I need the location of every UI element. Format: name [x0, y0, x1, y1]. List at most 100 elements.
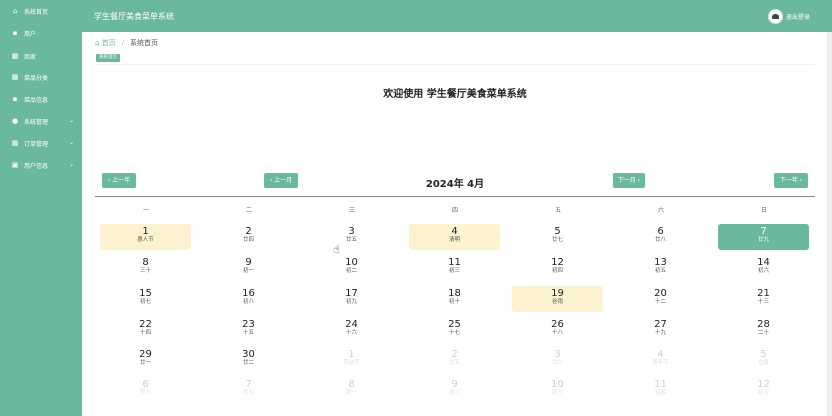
- calendar-day[interactable]: 5 立夏: [718, 347, 809, 373]
- lunar-date: 十六: [345, 330, 357, 336]
- day-number: 30: [242, 349, 255, 360]
- calendar-day[interactable]: 17 初九: [306, 286, 397, 312]
- pin-icon: ●: [11, 116, 19, 125]
- calendar-day[interactable]: 6 廿八: [615, 224, 706, 250]
- calendar-day[interactable]: 6 廿八: [100, 377, 191, 403]
- calendar-day[interactable]: 20 十二: [615, 286, 706, 312]
- calendar-day[interactable]: 11 初四: [615, 377, 706, 403]
- lunar-date: 清明: [448, 237, 460, 243]
- day-number: 3: [348, 226, 355, 237]
- calendar-day[interactable]: 25 十七: [409, 317, 500, 343]
- calendar-day[interactable]: 29 廿一: [100, 347, 191, 373]
- calendar-day[interactable]: 28 二十: [718, 317, 809, 343]
- calendar-day[interactable]: 4 清明: [409, 224, 500, 250]
- lunar-date: 初二: [448, 390, 460, 396]
- calendar-day[interactable]: 5 廿七: [512, 224, 603, 250]
- calendar-day[interactable]: 30 廿二: [203, 347, 294, 373]
- day-number: 6: [657, 226, 664, 237]
- calendar-day[interactable]: 19 谷雨: [512, 286, 603, 312]
- day-number: 18: [448, 288, 461, 299]
- lunar-date: 廿五: [448, 360, 460, 366]
- scrollbar[interactable]: [827, 32, 832, 416]
- home-icon: ⌂: [12, 6, 18, 15]
- next-month-button[interactable]: 下一月 ›: [613, 173, 645, 188]
- day-number: 1: [142, 226, 149, 237]
- divider: [95, 64, 815, 65]
- calendar-day[interactable]: 2 廿四: [203, 224, 294, 250]
- page-tag[interactable]: 系统首页: [96, 54, 120, 62]
- calendar-day[interactable]: 18 初十: [409, 286, 500, 312]
- calendar-day[interactable]: 7 廿九: [718, 224, 809, 250]
- sidebar-item-2[interactable]: ▦ 商家: [0, 45, 82, 67]
- calendar-day[interactable]: 10 初二: [306, 255, 397, 281]
- day-number: 10: [345, 257, 358, 268]
- calendar-day[interactable]: 1 愚人节: [100, 224, 191, 250]
- lunar-date: 青年节: [652, 360, 669, 366]
- day-number: 11: [448, 257, 461, 268]
- day-number: 20: [654, 288, 667, 299]
- sidebar-item-3[interactable]: ▦ 菜品分类: [0, 66, 82, 88]
- sidebar-item-4[interactable]: ▪ 菜品信息: [0, 88, 82, 110]
- day-number: 26: [551, 319, 564, 330]
- calendar-day[interactable]: 11 初三: [409, 255, 500, 281]
- calendar-day[interactable]: 23 十五: [203, 317, 294, 343]
- calendar-day[interactable]: 21 十三: [718, 286, 809, 312]
- logout-button[interactable]: 退出登录: [786, 12, 810, 21]
- day-number: 11: [654, 379, 667, 390]
- lunar-date: 初九: [345, 299, 357, 305]
- calendar-day[interactable]: 3 廿六: [512, 347, 603, 373]
- calendar-day[interactable]: 7 廿九: [203, 377, 294, 403]
- calendar-day[interactable]: 1 劳动节: [306, 347, 397, 373]
- prev-month-button[interactable]: ‹ 上一月: [264, 173, 298, 188]
- lunar-date: 初五: [654, 268, 666, 274]
- calendar-day[interactable]: 22 十四: [100, 317, 191, 343]
- profile-icon: ▣: [11, 160, 19, 169]
- calendar-day[interactable]: 4 青年节: [615, 347, 706, 373]
- lunar-date: 十八: [551, 330, 563, 336]
- sidebar-item-5[interactable]: ● 系统管理 ⌄: [0, 110, 82, 132]
- next-year-button[interactable]: 下一年 ›: [774, 173, 808, 188]
- calendar-day[interactable]: 3 廿五: [306, 224, 397, 250]
- calendar-day[interactable]: 10 初三: [512, 377, 603, 403]
- calendar-day[interactable]: 14 初六: [718, 255, 809, 281]
- calendar-day[interactable]: 13 初五: [615, 255, 706, 281]
- avatar[interactable]: [768, 9, 783, 24]
- lunar-date: 廿九: [242, 390, 254, 396]
- sidebar-item-label: 用户: [24, 30, 37, 38]
- sidebar-item-1[interactable]: ▪ 用户: [0, 22, 82, 44]
- day-number: 1: [348, 349, 355, 360]
- top-bar: 学生餐厅美食菜单系统 退出登录: [82, 0, 832, 32]
- calendar-day[interactable]: 8 三十: [100, 255, 191, 281]
- calendar-day[interactable]: 15 初七: [100, 286, 191, 312]
- lunar-date: 十五: [242, 330, 254, 336]
- lunar-date: 廿七: [551, 237, 563, 243]
- weekday-header: 四: [451, 207, 458, 214]
- day-number: 2: [245, 226, 252, 237]
- calendar-day[interactable]: 24 十六: [306, 317, 397, 343]
- calendar-day[interactable]: 2 廿五: [409, 347, 500, 373]
- home-icon: ⌂: [95, 39, 100, 47]
- breadcrumb-home[interactable]: ⌂ 首页: [95, 38, 116, 48]
- lunar-date: 初二: [345, 268, 357, 274]
- day-number: 24: [345, 319, 358, 330]
- calendar-day[interactable]: 8 初一: [306, 377, 397, 403]
- sidebar-item-0[interactable]: ⌂ 系统首页: [0, 0, 82, 22]
- sidebar-item-7[interactable]: ▣ 用户信息 ⌄: [0, 154, 82, 176]
- lunar-date: 初十: [448, 299, 460, 305]
- sidebar-item-6[interactable]: ▦ 订单管理 ⌄: [0, 132, 82, 154]
- calendar-day[interactable]: 9 初一: [203, 255, 294, 281]
- lunar-date: 初一: [345, 390, 357, 396]
- calendar-day[interactable]: 12 初四: [512, 255, 603, 281]
- day-number: 10: [551, 379, 564, 390]
- lunar-date: 谷雨: [551, 299, 563, 305]
- calendar-day[interactable]: 9 初二: [409, 377, 500, 403]
- day-number: 7: [760, 226, 767, 237]
- weekday-header: 六: [657, 207, 664, 214]
- calendar-day[interactable]: 12 初五: [718, 377, 809, 403]
- breadcrumb-current: 系统首页: [130, 39, 159, 47]
- sidebar-item-label: 菜品信息: [24, 96, 49, 104]
- prev-year-button[interactable]: ‹ 上一年: [102, 173, 136, 188]
- calendar-day[interactable]: 27 十九: [615, 317, 706, 343]
- calendar-day[interactable]: 16 初八: [203, 286, 294, 312]
- calendar-day[interactable]: 26 十八: [512, 317, 603, 343]
